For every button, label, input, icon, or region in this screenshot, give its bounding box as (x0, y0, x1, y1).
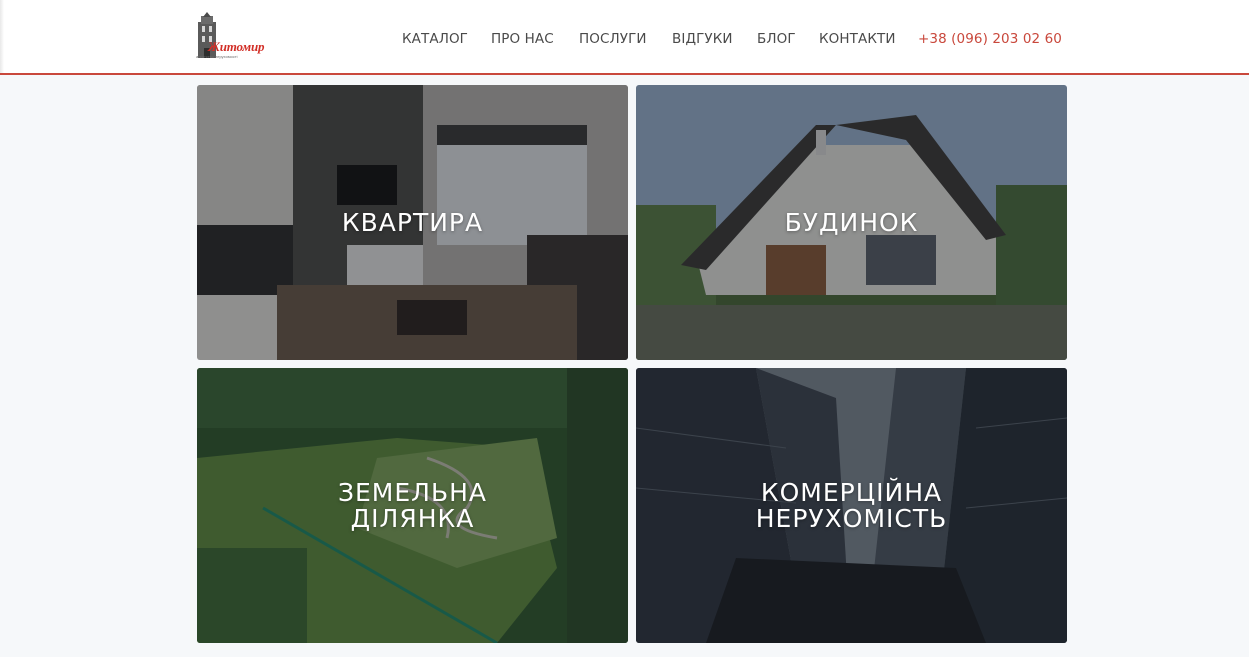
tile-label: КВАРТИРА (197, 207, 628, 237)
site-header: Житомир агентство нерухомості КАТАЛОГ ПР… (0, 0, 1249, 75)
category-tile-commercial[interactable]: КОМЕРЦІЙНА НЕРУХОМІСТЬ (636, 368, 1067, 643)
tile-label-line1: БУДИНОК (784, 207, 919, 237)
tile-label: БУДИНОК (636, 207, 1067, 237)
tile-label-line2: ДІЛЯНКА (350, 503, 475, 533)
nav-catalog[interactable]: КАТАЛОГ (402, 31, 468, 47)
tile-label: ЗЕМЕЛЬНА ДІЛЯНКА (197, 477, 628, 533)
tile-label: КОМЕРЦІЙНА НЕРУХОМІСТЬ (636, 477, 1067, 533)
logo-name: Житомир (208, 39, 265, 54)
tile-label-line1: КВАРТИРА (341, 207, 484, 237)
nav-reviews[interactable]: ВІДГУКИ (672, 31, 733, 47)
phone-link[interactable]: +38 (096) 203 02 60 (918, 31, 1062, 47)
nav-services[interactable]: ПОСЛУГИ (579, 31, 647, 47)
tile-label-line1: КОМЕРЦІЙНА (760, 477, 943, 507)
header-edge-shadow (0, 0, 4, 73)
category-tile-apartment[interactable]: КВАРТИРА (197, 85, 628, 360)
category-tile-house[interactable]: БУДИНОК (636, 85, 1067, 360)
category-tile-land[interactable]: ЗЕМЕЛЬНА ДІЛЯНКА (197, 368, 628, 643)
tile-label-line1: ЗЕМЕЛЬНА (337, 477, 488, 507)
logo-subtitle: агентство нерухомості (196, 54, 238, 59)
nav-about[interactable]: ПРО НАС (491, 31, 554, 47)
nav-blog[interactable]: БЛОГ (757, 31, 796, 47)
logo[interactable]: Житомир агентство нерухомості (196, 12, 270, 62)
nav-contacts[interactable]: КОНТАКТИ (819, 31, 896, 47)
tile-label-line2: НЕРУХОМІСТЬ (755, 503, 948, 533)
